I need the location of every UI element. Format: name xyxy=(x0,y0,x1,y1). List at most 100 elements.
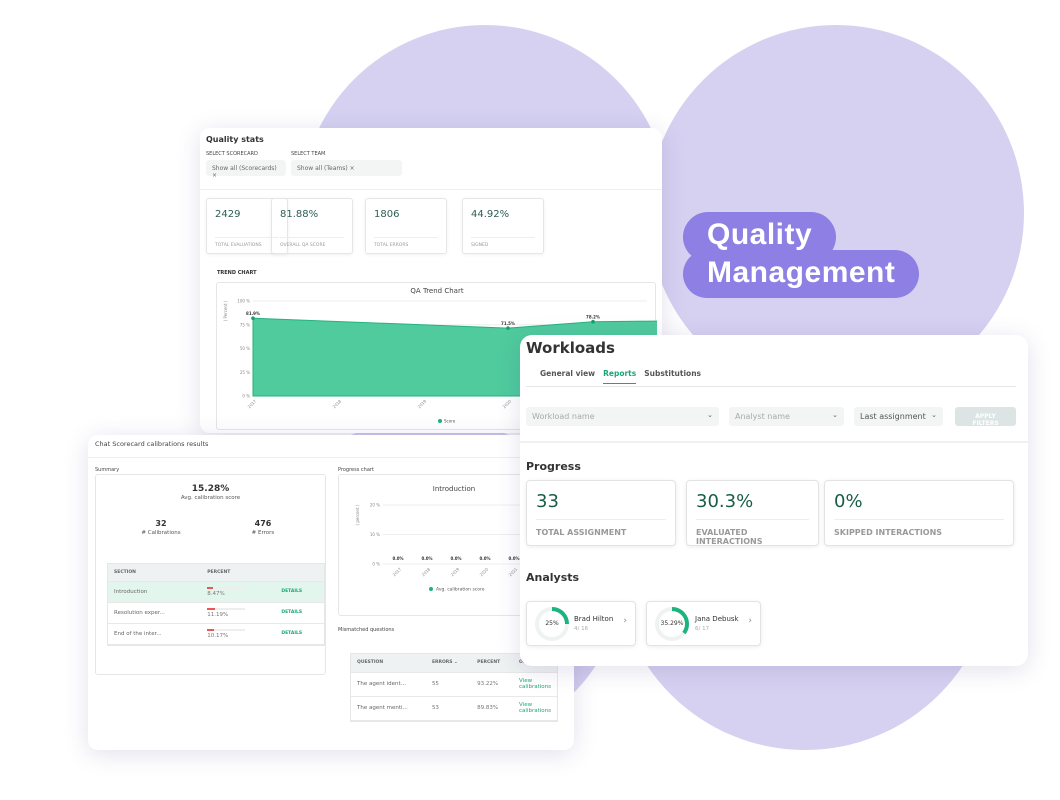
percent-bar xyxy=(207,586,246,589)
team-label: SELECT TEAM xyxy=(291,151,326,157)
stat-label: TOTAL ERRORS xyxy=(374,237,438,248)
errors-count-label: # Errors xyxy=(251,530,275,536)
table-row: The agent menti... 53 89.83% View calibrati… xyxy=(351,696,557,720)
trend-chart-label: TREND CHART xyxy=(217,270,257,276)
analyst-name-select[interactable]: Analyst name ⌄ xyxy=(729,407,844,426)
y-tick-label: 0 % xyxy=(372,562,380,567)
stat-value: 2429 xyxy=(215,209,241,220)
stat-card: 81.88% OVERALL QA SCORE xyxy=(271,198,353,254)
x-tick-label: 2019 xyxy=(417,398,428,409)
x-tick-label: 2018 xyxy=(421,566,432,577)
y-tick-label: 100 % xyxy=(237,299,250,304)
progress-card: 33 TOTAL ASSIGNMENT xyxy=(526,480,676,546)
x-tick-label: 2021 xyxy=(508,566,519,577)
chevron-right-icon: › xyxy=(623,616,627,626)
scorecard-label: SELECT SCORECARD xyxy=(206,151,258,157)
workloads-title: Workloads xyxy=(526,339,615,357)
percent-bar xyxy=(207,607,246,610)
progress-title: Progress xyxy=(526,460,581,473)
section-name: Resolution exper... xyxy=(114,609,165,616)
tab-reports[interactable]: Reports xyxy=(603,369,637,384)
details-link[interactable]: DETAILS xyxy=(275,602,324,623)
apply-filters-button[interactable]: APPLY FILTERS xyxy=(955,407,1016,427)
analysts-title: Analysts xyxy=(526,571,580,584)
page-title: Quality stats xyxy=(206,135,264,144)
analyst-percent: 35.29% xyxy=(660,620,684,627)
progress-label: SKIPPED INTERACTIONS xyxy=(834,519,1004,537)
progress-value: 30.3% xyxy=(696,491,754,512)
stat-label: TOTAL EVALUATIONS xyxy=(215,237,279,248)
analyst-card[interactable]: 25% Brad Hilton 4/ 16 › xyxy=(526,601,636,646)
col-question: QUESTION xyxy=(357,660,384,666)
analyst-name: Brad Hilton xyxy=(574,615,614,623)
stat-card: 1806 TOTAL ERRORS xyxy=(365,198,447,254)
col-errors[interactable]: ERRORS ⌄ xyxy=(426,654,471,672)
legend-label: Score xyxy=(444,419,456,424)
col-percent: PERCENT xyxy=(477,660,501,666)
section-percent: 10.17% xyxy=(207,632,229,639)
calibrations-title: Chat Scorecard calibrations results xyxy=(95,440,209,448)
y-tick-label: 10 % xyxy=(370,532,380,537)
analyst-name: Jana Debusk xyxy=(695,615,739,623)
details-link[interactable]: DETAILS xyxy=(275,581,324,602)
legend-marker xyxy=(429,587,433,591)
stat-value: 44.92% xyxy=(471,209,510,220)
question-text: The agent ident... xyxy=(357,681,406,687)
x-tick-label: 2019 xyxy=(450,566,461,577)
legend-marker xyxy=(438,419,442,423)
data-label: 0.0% xyxy=(450,556,461,561)
tab-general-view[interactable]: General view xyxy=(540,369,595,384)
data-point xyxy=(251,316,255,320)
data-label: 0.0% xyxy=(421,556,432,561)
calibrations-count: 32 xyxy=(155,519,167,528)
data-label: 71.5% xyxy=(501,321,515,326)
avg-score: 15.28% xyxy=(191,484,230,494)
stat-card: 44.92% SIGNED xyxy=(462,198,544,254)
x-tick-label: 2020 xyxy=(479,566,490,577)
tab-substitutions[interactable]: Substitutions xyxy=(644,369,701,384)
chevron-right-icon: › xyxy=(748,616,752,626)
stat-label: SIGNED xyxy=(471,237,535,248)
analyst-card[interactable]: 35.29% Jana Debusk 6/ 17 › xyxy=(646,601,761,646)
workload-placeholder: Workload name xyxy=(532,412,595,421)
view-calibrations-link[interactable]: View calibrations xyxy=(513,696,557,720)
table-row: Resolution exper... 11.19% DETAILS xyxy=(108,602,324,623)
period-select[interactable]: Last assignment ⌄ xyxy=(854,407,943,426)
data-label: 0.0% xyxy=(508,556,519,561)
view-calibrations-link[interactable]: View calibrations xyxy=(513,672,557,696)
scorecard-value: Show all (Scorecards) xyxy=(212,165,277,172)
x-tick-label: 2018 xyxy=(332,398,343,409)
legend-label: Avg. calibration score xyxy=(436,587,485,593)
chevron-down-icon: ⌄ xyxy=(832,411,838,419)
x-tick-label: 2017 xyxy=(392,566,403,577)
question-text: The agent menti... xyxy=(357,705,408,711)
progress-label: TOTAL ASSIGNMENT xyxy=(536,519,666,537)
summary-label: Summary xyxy=(95,467,120,473)
team-select[interactable]: Show all (Teams) × xyxy=(291,160,402,176)
question-percent: 89.83% xyxy=(477,705,499,711)
badge-management: Management xyxy=(683,250,920,298)
col-errors-label: ERRORS xyxy=(431,660,453,666)
analyst-count: 6/ 17 xyxy=(695,626,710,632)
progress-card: 30.3% EVALUATED INTERACTIONS xyxy=(686,480,819,546)
y-axis-label: ( Percent ) xyxy=(223,300,228,321)
workload-name-select[interactable]: Workload name ⌄ xyxy=(526,407,719,426)
analyst-count: 4/ 16 xyxy=(574,626,589,632)
section-name: Introduction xyxy=(114,588,148,595)
calibrations-count-label: # Calibrations xyxy=(141,530,181,536)
analyst-placeholder: Analyst name xyxy=(735,412,790,421)
y-tick-label: 0 % xyxy=(242,394,250,399)
x-tick-label: 2017 xyxy=(247,398,258,409)
stat-label: OVERALL QA SCORE xyxy=(280,237,344,248)
table-row: End of the inter... 10.17% DETAILS xyxy=(108,623,324,644)
data-point xyxy=(506,326,510,330)
data-label: 0.0% xyxy=(479,556,490,561)
section-percent: 11.19% xyxy=(207,611,229,618)
details-link[interactable]: DETAILS xyxy=(275,623,324,644)
y-tick-label: 75 % xyxy=(240,322,250,327)
question-errors: 55 xyxy=(431,681,439,687)
progress-label: EVALUATED INTERACTIONS xyxy=(696,519,809,546)
col-section: SECTION xyxy=(114,569,136,575)
scorecard-select[interactable]: Show all (Scorecards) × xyxy=(206,160,286,179)
progress-card: 0% SKIPPED INTERACTIONS xyxy=(824,480,1014,546)
